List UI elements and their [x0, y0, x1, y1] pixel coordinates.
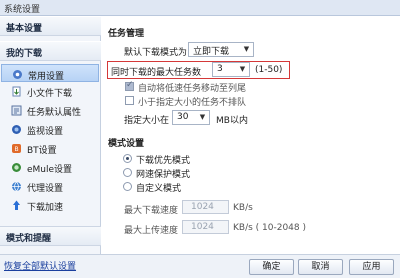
- mode-radio-custom[interactable]: [123, 182, 132, 191]
- sidebar-item-label: 任务默认属性: [27, 108, 82, 118]
- sidebar-item-label: 小文件下载: [27, 89, 73, 99]
- sidebar-section-my-downloads[interactable]: 我的下载: [0, 41, 101, 61]
- sidebar-section-label: 模式和提醒: [6, 234, 52, 244]
- restore-defaults-link[interactable]: 恢复全部默认设置: [4, 259, 76, 272]
- settings-panel: 任务管理 默认下载模式为 立即下载 ▼ 同时下载的最大任务数 3 ▼ (1-50…: [102, 16, 400, 254]
- max-download-unit: KB/s: [233, 203, 253, 213]
- size-select[interactable]: 30 ▼: [172, 110, 210, 125]
- emule-icon: [12, 163, 21, 172]
- auto-move-label: 自动将低速任务移动至列尾: [138, 84, 247, 94]
- sidebar-item-label: 监视设置: [27, 127, 64, 137]
- default-mode-value: 立即下载: [193, 47, 230, 57]
- size-label: 指定大小在: [124, 116, 170, 126]
- mode-radio-network-protect[interactable]: [123, 168, 132, 177]
- task-management-title: 任务管理: [108, 29, 145, 39]
- proxy-icon: [12, 181, 21, 192]
- sidebar-section-label: 我的下载: [6, 49, 43, 59]
- chevron-down-icon: ▼: [199, 113, 206, 121]
- title-bar: 系统设置: [0, 0, 400, 16]
- sidebar-item-label: 常用设置: [28, 72, 65, 82]
- size-value: 30: [177, 112, 189, 122]
- ok-button[interactable]: 确定: [249, 259, 294, 275]
- mode-radio-download-priority[interactable]: [123, 154, 132, 163]
- chevron-down-icon: ▼: [243, 45, 250, 53]
- sidebar-item-label: eMule设置: [27, 165, 73, 175]
- max-download-field[interactable]: 1024: [182, 200, 229, 214]
- default-mode-select[interactable]: 立即下载 ▼: [188, 42, 254, 57]
- sidebar-item-label: 下载加速: [27, 203, 64, 213]
- sidebar-item-small-file-download[interactable]: 小文件下载: [1, 82, 99, 100]
- max-upload-unit: KB/s ( 10-2048 ): [233, 223, 307, 233]
- sidebar: 基本设置 我的下载 常用设置 小文件下载 任务默认属性 监视设置 B BT设置 …: [0, 16, 101, 254]
- default-mode-label: 默认下载模式为: [124, 48, 188, 58]
- exclude-small-label: 小于指定大小的任务不排队: [138, 98, 247, 108]
- chevron-down-icon: ▼: [239, 65, 246, 73]
- small-file-icon: [12, 86, 21, 97]
- max-tasks-label: 同时下载的最大任务数: [111, 68, 202, 78]
- bt-icon: B: [12, 144, 21, 153]
- sidebar-item-common-settings[interactable]: 常用设置: [1, 64, 99, 82]
- task-properties-icon: [11, 105, 22, 116]
- sidebar-item-label: 代理设置: [27, 184, 64, 194]
- auto-move-checkbox[interactable]: [125, 80, 134, 91]
- sidebar-item-download-speed[interactable]: 下载加速: [1, 196, 99, 214]
- max-download-value: 1024: [191, 202, 214, 212]
- mode-option-label: 自定义模式: [136, 184, 182, 194]
- sidebar-section-label: 基本设置: [6, 24, 43, 34]
- window-title: 系统设置: [4, 5, 41, 15]
- max-tasks-range: (1-50): [255, 65, 283, 75]
- gear-icon: [13, 70, 22, 79]
- apply-button[interactable]: 应用: [349, 259, 394, 275]
- max-tasks-select[interactable]: 3 ▼: [212, 62, 250, 77]
- sidebar-item-bt[interactable]: B BT设置: [1, 139, 99, 157]
- sidebar-item-emule[interactable]: eMule设置: [1, 158, 99, 176]
- svg-text:B: B: [14, 146, 18, 153]
- sidebar-item-monitor[interactable]: 监视设置: [1, 120, 99, 138]
- max-upload-field[interactable]: 1024: [182, 220, 229, 234]
- sidebar-item-proxy[interactable]: 代理设置: [1, 177, 99, 195]
- size-unit: MB以内: [216, 116, 248, 126]
- max-tasks-value: 3: [217, 64, 223, 74]
- mode-option-label: 下载优先模式: [136, 156, 191, 166]
- mode-settings-title: 模式设置: [108, 139, 145, 149]
- exclude-small-checkbox[interactable]: [125, 96, 134, 105]
- cancel-button[interactable]: 取消: [298, 259, 343, 275]
- mode-option-label: 网速保护模式: [136, 170, 191, 180]
- max-upload-label: 最大上传速度: [124, 226, 179, 236]
- sidebar-section-basic[interactable]: 基本设置: [0, 16, 101, 36]
- sidebar-section-mode-reminders[interactable]: 模式和提醒: [0, 226, 101, 246]
- max-download-label: 最大下载速度: [124, 206, 179, 216]
- sidebar-item-task-properties[interactable]: 任务默认属性: [1, 101, 99, 119]
- max-upload-value: 1024: [191, 222, 214, 232]
- monitor-icon: [12, 125, 21, 134]
- sidebar-item-label: BT设置: [27, 146, 57, 156]
- download-speed-icon: [13, 200, 20, 210]
